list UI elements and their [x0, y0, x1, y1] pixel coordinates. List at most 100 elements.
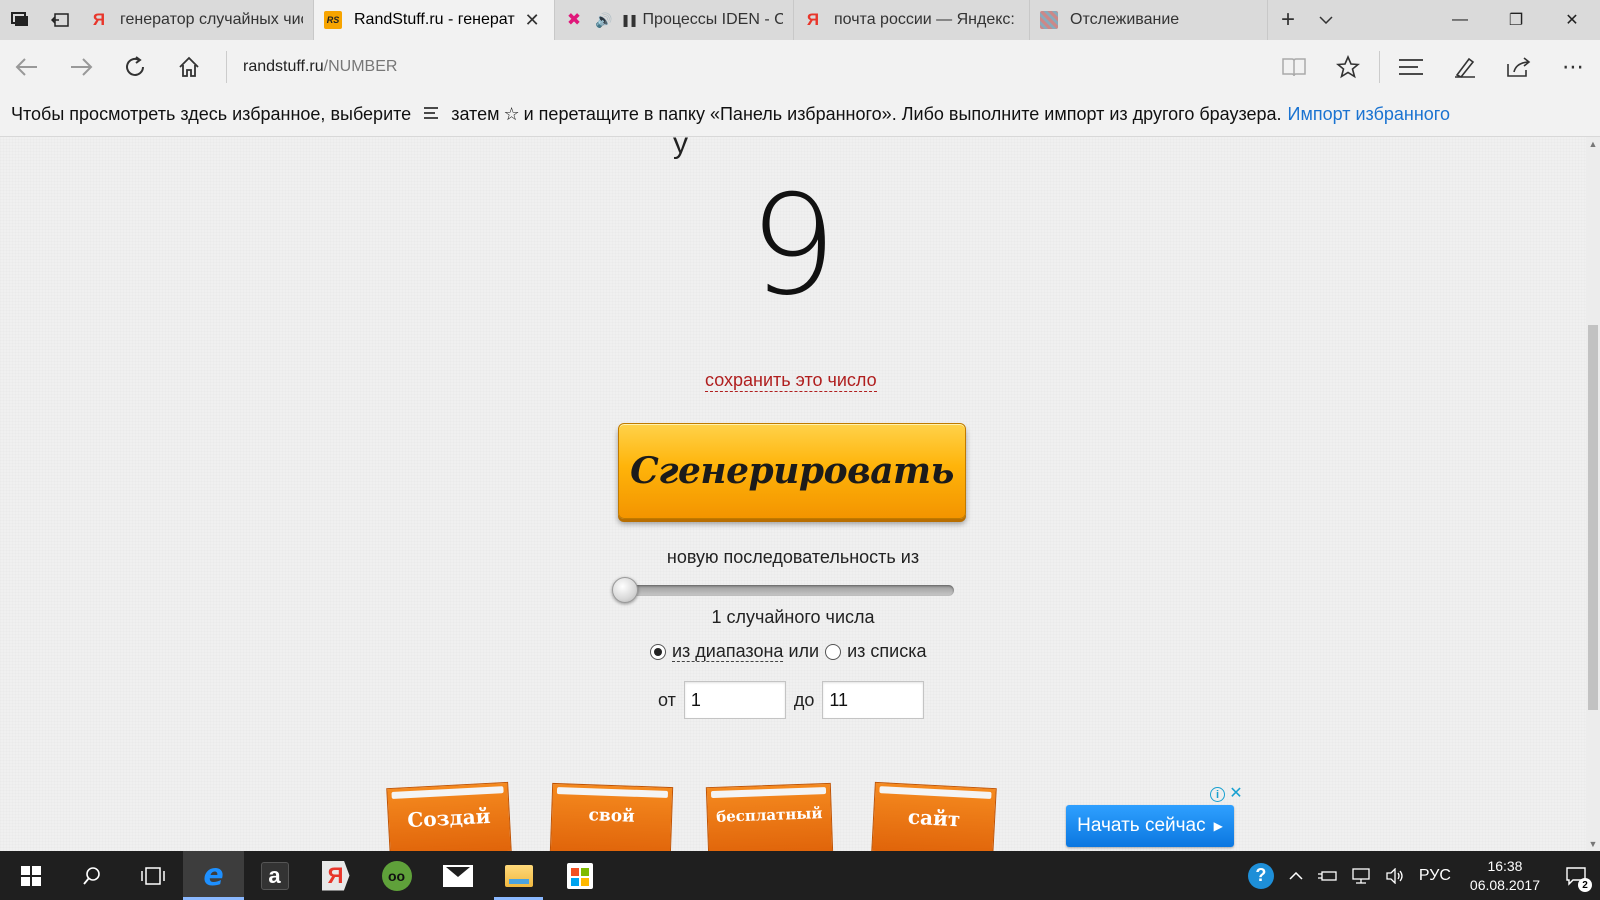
tab-processes[interactable]: ✖ 🔊 ❚❚ Процессы IDEN - С: [555, 0, 794, 40]
mail-envelope-icon: [442, 864, 473, 887]
language-indicator[interactable]: РУС: [1412, 851, 1458, 900]
tripadvisor-owl-icon: oo: [381, 860, 412, 891]
ad-info-icon[interactable]: i: [1210, 787, 1225, 802]
pause-icon: ❚❚: [620, 13, 638, 27]
divider: [1379, 50, 1380, 83]
hub-icon[interactable]: [1384, 40, 1438, 93]
store-app[interactable]: [549, 851, 610, 900]
divider: [226, 50, 227, 83]
url-path: /NUMBER: [323, 57, 398, 75]
share-icon[interactable]: [1492, 40, 1546, 93]
ad-start-label: Начать сейчас: [1077, 815, 1206, 836]
home-icon[interactable]: [162, 40, 216, 93]
amazon-icon: a: [260, 861, 289, 890]
range-inputs: от до: [658, 681, 925, 719]
favbar-text-1: Чтобы просмотреть здесь избранное, выбер…: [11, 104, 412, 124]
scroll-up-arrow-icon[interactable]: ▲: [1586, 137, 1600, 151]
list-mode-label[interactable]: из списка: [847, 641, 926, 662]
chevron-down-icon[interactable]: [1308, 0, 1344, 40]
close-tab-icon[interactable]: ✕: [525, 10, 540, 31]
ad-card-free[interactable]: бесплатный: [705, 782, 834, 851]
amazon-app[interactable]: a: [244, 851, 305, 900]
from-label: от: [658, 689, 676, 710]
favbar-text-2: затем: [451, 104, 500, 124]
favbar-text-3: и перетащите в папку «Панель избранного»…: [523, 104, 1282, 124]
tab-tracking[interactable]: Отслеживание: [1030, 0, 1268, 40]
tab-title: почта россии — Яндекс: н: [834, 11, 1019, 28]
refresh-icon[interactable]: [108, 40, 162, 93]
or-label: или: [788, 641, 820, 661]
url-host: randstuff.ru: [243, 57, 324, 75]
clock-date: 06.08.2017: [1469, 876, 1540, 893]
close-window-icon[interactable]: ✕: [1544, 0, 1600, 40]
start-button[interactable]: [0, 851, 61, 900]
yandex-icon: Я: [806, 10, 820, 29]
window-controls: — ❐ ✕: [1432, 0, 1600, 40]
minimize-icon[interactable]: —: [1432, 0, 1488, 40]
count-slider[interactable]: [612, 577, 954, 603]
yandex-app[interactable]: Я: [305, 851, 366, 900]
reading-view-icon[interactable]: [1267, 40, 1321, 93]
tab-title: Процессы IDEN - С: [642, 11, 783, 28]
task-view-button[interactable]: [122, 851, 183, 900]
more-dots-icon[interactable]: ⋯: [1546, 40, 1600, 93]
tab-yandex-mail[interactable]: Я почта россии — Яндекс: н: [794, 0, 1030, 40]
battery-plug-icon[interactable]: [1310, 851, 1344, 900]
navigation-bar: randstuff.ru/NUMBER ⋯: [0, 40, 1600, 93]
to-label: до: [793, 689, 815, 710]
tripadvisor-app[interactable]: oo: [366, 851, 427, 900]
file-explorer-app[interactable]: [488, 851, 549, 900]
address-bar[interactable]: randstuff.ru/NUMBER: [243, 58, 1267, 76]
ad-start-button[interactable]: Начать сейчас ▶: [1066, 805, 1234, 847]
yandex-icon: Я: [92, 10, 106, 29]
ad-card-site[interactable]: сайт: [871, 781, 997, 851]
import-favorites-link[interactable]: Импорт избранного: [1288, 104, 1450, 125]
tab-manager-icon[interactable]: [0, 0, 40, 40]
show-hidden-icons-chevron-icon[interactable]: [1282, 851, 1310, 900]
play-arrow-icon: ▶: [1213, 819, 1223, 833]
web-note-pen-icon[interactable]: [1438, 40, 1492, 93]
ad-close-icon[interactable]: ✕: [1228, 785, 1244, 802]
generate-button[interactable]: Сгенерировать: [618, 423, 966, 519]
web-page: у 9 сохранить это число Сгенерировать но…: [0, 137, 1586, 851]
edge-app[interactable]: e: [183, 851, 244, 900]
count-label: 1 случайного числа: [711, 607, 875, 627]
save-number-link[interactable]: сохранить это число: [705, 370, 877, 392]
vertical-scrollbar[interactable]: ▲ ▼: [1586, 137, 1600, 851]
back-arrow-icon[interactable]: [0, 40, 54, 93]
help-question-icon[interactable]: ?: [1247, 862, 1274, 889]
network-icon[interactable]: [1344, 851, 1378, 900]
folder-icon: [504, 864, 533, 887]
scrollbar-thumb[interactable]: [1588, 325, 1598, 710]
clipped-heading-fragment: у: [673, 137, 688, 160]
search-icon: [82, 866, 100, 885]
mail-app[interactable]: [427, 851, 488, 900]
search-button[interactable]: [61, 851, 122, 900]
favorite-star-icon[interactable]: [1321, 40, 1375, 93]
audio-playing-icon[interactable]: 🔊: [595, 12, 612, 29]
to-input[interactable]: [822, 681, 925, 719]
volume-icon[interactable]: [1378, 851, 1412, 900]
star-icon: ☆: [503, 104, 520, 124]
range-mode-label[interactable]: из диапазона: [672, 641, 784, 662]
slider-handle[interactable]: [612, 577, 638, 603]
tab-randstuff[interactable]: RS RandStuff.ru - генерат ✕: [314, 0, 555, 40]
ad-card-create[interactable]: Создай: [386, 781, 512, 851]
tab-yandex-generator[interactable]: Я генератор случайных чис: [80, 0, 314, 40]
restore-icon[interactable]: ❐: [1488, 0, 1544, 40]
task-view-icon: [140, 866, 165, 885]
forward-arrow-icon[interactable]: [54, 40, 108, 93]
scroll-down-arrow-icon[interactable]: ▼: [1586, 837, 1600, 851]
ad-card-own[interactable]: свой: [549, 782, 674, 851]
system-tray: ? РУС 16:38 06.08.2017 2: [1247, 851, 1600, 900]
slider-track[interactable]: [618, 585, 954, 596]
from-input[interactable]: [683, 681, 786, 719]
windows-taskbar: e a Я oo ? РУС 16:38 06.08.2017 2: [0, 851, 1600, 900]
action-center-button[interactable]: 2: [1552, 851, 1600, 900]
range-radio[interactable]: [650, 643, 666, 660]
clock[interactable]: 16:38 06.08.2017: [1458, 857, 1552, 895]
list-radio[interactable]: [825, 643, 842, 660]
set-tabs-aside-icon[interactable]: [40, 0, 80, 40]
randstuff-icon: RS: [324, 11, 342, 29]
new-tab-plus-icon[interactable]: +: [1268, 0, 1308, 40]
